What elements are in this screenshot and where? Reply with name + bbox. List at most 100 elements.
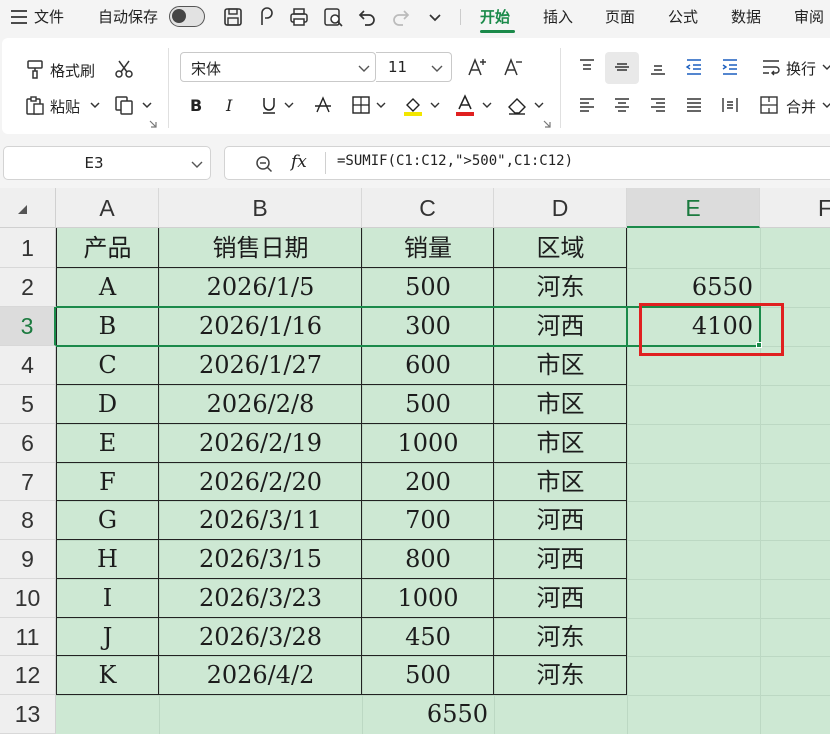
table-cell[interactable]: 800 <box>362 540 494 579</box>
row-header-4[interactable]: 4 <box>0 346 56 385</box>
table-cell[interactable]: 500 <box>362 268 494 307</box>
table-cell[interactable]: 450 <box>362 618 494 656</box>
row-header-5[interactable]: 5 <box>0 385 56 424</box>
table-cell[interactable]: 市区 <box>494 346 627 385</box>
underline-icon[interactable] <box>258 94 280 116</box>
print-icon[interactable] <box>288 6 310 28</box>
table-cell[interactable]: 500 <box>362 385 494 424</box>
distributed-align-icon[interactable] <box>719 94 741 116</box>
table-cell[interactable]: 市区 <box>494 424 627 463</box>
tab-insert[interactable]: 插入 <box>543 0 573 34</box>
table-cell[interactable]: 2026/4/2 <box>159 656 362 695</box>
table-cell[interactable]: 200 <box>362 463 494 501</box>
font-name-select[interactable]: 宋体 <box>180 52 376 82</box>
table-cell[interactable]: 河西 <box>494 501 627 540</box>
table-cell[interactable]: 1000 <box>362 579 494 618</box>
wrap-text-button[interactable]: 换行 <box>786 58 816 79</box>
tab-formula[interactable]: 公式 <box>668 0 698 34</box>
dialog-launcher-icon[interactable] <box>541 118 553 130</box>
header-cell[interactable]: 产品 <box>56 228 159 268</box>
file-menu[interactable]: 文件 <box>34 0 64 34</box>
header-cell[interactable]: 销售日期 <box>159 228 362 268</box>
bold-icon[interactable]: B <box>186 94 208 116</box>
autosave-toggle[interactable] <box>169 6 205 27</box>
align-right-icon[interactable] <box>647 94 669 116</box>
tab-review[interactable]: 审阅 <box>794 0 824 34</box>
table-cell[interactable]: H <box>56 540 159 579</box>
chevron-down-icon[interactable] <box>84 94 106 116</box>
table-cell[interactable]: 2026/3/11 <box>159 501 362 540</box>
cell-c13[interactable]: 6550 <box>362 695 488 733</box>
copy-icon[interactable] <box>113 94 135 116</box>
row-header-1[interactable]: 1 <box>0 228 56 268</box>
format-painter-button[interactable]: 格式刷 <box>50 60 95 81</box>
tab-page[interactable]: 页面 <box>605 0 635 34</box>
table-cell[interactable]: K <box>56 656 159 695</box>
select-all-corner[interactable] <box>0 188 56 228</box>
table-cell[interactable]: C <box>56 346 159 385</box>
row-header-3[interactable]: 3 <box>0 307 56 346</box>
save-icon[interactable] <box>222 6 244 28</box>
table-cell[interactable]: 2026/1/27 <box>159 346 362 385</box>
table-cell[interactable]: 河西 <box>494 579 627 618</box>
chevron-down-icon[interactable] <box>278 94 300 116</box>
table-cell[interactable]: 700 <box>362 501 494 540</box>
align-top-icon[interactable] <box>576 56 598 78</box>
justify-icon[interactable] <box>683 94 705 116</box>
redo-icon[interactable] <box>390 6 412 28</box>
borders-icon[interactable] <box>350 94 372 116</box>
tab-data[interactable]: 数据 <box>731 0 761 34</box>
dialog-launcher-icon[interactable] <box>147 118 159 130</box>
column-header-c[interactable]: C <box>362 188 494 228</box>
row-header-2[interactable]: 2 <box>0 268 56 307</box>
table-cell[interactable]: 河东 <box>494 656 627 695</box>
column-header-d[interactable]: D <box>494 188 627 228</box>
table-cell[interactable]: D <box>56 385 159 424</box>
header-cell[interactable]: 区域 <box>494 228 627 268</box>
row-header-9[interactable]: 9 <box>0 540 56 579</box>
column-header-f[interactable]: F <box>760 188 830 228</box>
menu-icon[interactable] <box>8 6 30 28</box>
table-cell[interactable]: 500 <box>362 656 494 695</box>
table-cell[interactable]: 600 <box>362 346 494 385</box>
merge-cells-icon[interactable] <box>758 94 780 116</box>
tab-home[interactable]: 开始 <box>480 0 510 34</box>
table-cell[interactable]: 2026/3/23 <box>159 579 362 618</box>
column-header-b[interactable]: B <box>159 188 362 228</box>
cut-icon[interactable] <box>113 58 135 80</box>
undo-icon[interactable] <box>356 6 378 28</box>
table-cell[interactable]: E <box>56 424 159 463</box>
table-cell[interactable]: I <box>56 579 159 618</box>
table-cell[interactable]: 2026/3/15 <box>159 540 362 579</box>
row-header-11[interactable]: 11 <box>0 618 56 656</box>
increase-font-size-icon[interactable] <box>466 56 488 78</box>
share-icon[interactable] <box>256 6 278 28</box>
chevron-down-icon[interactable] <box>816 56 830 78</box>
chevron-down-icon[interactable] <box>816 94 830 116</box>
fx-icon[interactable]: fx <box>291 152 307 172</box>
table-cell[interactable]: J <box>56 618 159 656</box>
print-preview-icon[interactable] <box>322 6 344 28</box>
align-center-icon[interactable] <box>611 94 633 116</box>
table-cell[interactable]: F <box>56 463 159 501</box>
merge-button[interactable]: 合并 <box>786 96 816 117</box>
font-size-select[interactable]: 11 <box>376 52 452 82</box>
table-cell[interactable]: 市区 <box>494 463 627 501</box>
cell-e2[interactable]: 6550 <box>627 268 753 306</box>
eraser-icon[interactable] <box>506 94 528 116</box>
row-header-6[interactable]: 6 <box>0 424 56 463</box>
chevron-down-icon[interactable] <box>476 94 498 116</box>
decrease-indent-icon[interactable] <box>683 56 705 78</box>
table-cell[interactable]: 河东 <box>494 618 627 656</box>
formula-input[interactable]: fx =SUMIF(C1:C12,">500",C1:C12) <box>224 146 830 180</box>
row-header-12[interactable]: 12 <box>0 656 56 695</box>
row-header-10[interactable]: 10 <box>0 579 56 618</box>
fill-color-icon[interactable] <box>402 94 424 116</box>
chevron-down-icon[interactable] <box>424 6 446 28</box>
decrease-font-size-icon[interactable] <box>502 56 524 78</box>
increase-indent-icon[interactable] <box>719 56 741 78</box>
row-header-13[interactable]: 13 <box>0 695 56 734</box>
chevron-down-icon[interactable] <box>528 94 550 116</box>
align-bottom-icon[interactable] <box>647 56 669 78</box>
table-cell[interactable]: 2026/2/20 <box>159 463 362 501</box>
